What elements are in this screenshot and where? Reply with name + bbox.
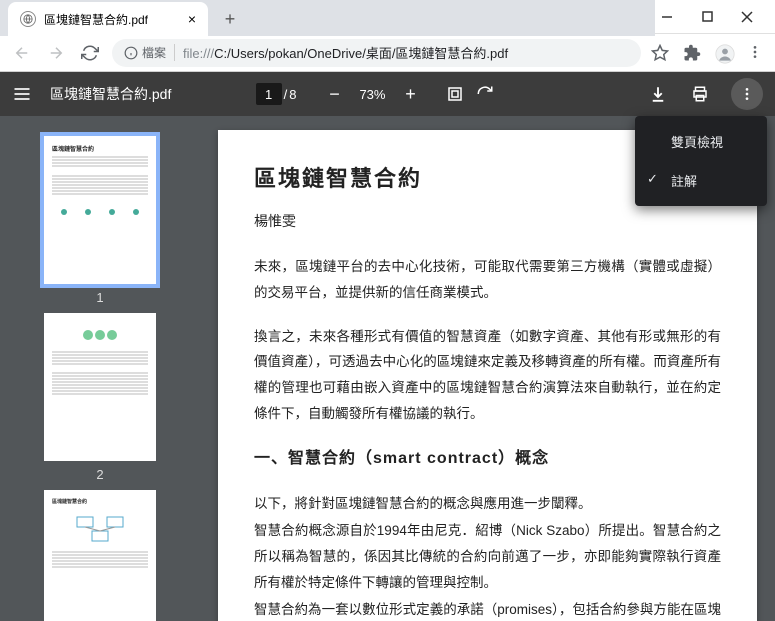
globe-icon [20,11,36,27]
profile-icon[interactable] [715,44,733,62]
menu-annotations[interactable]: 註解 [635,161,767,200]
bookmark-icon[interactable] [651,44,669,62]
pdf-toolbar: 區塊鏈智慧合約.pdf / 8 − 73% + [0,72,775,116]
url-field[interactable]: 檔案 file:///C:/Users/pokan/OneDrive/桌面/區塊… [112,39,641,67]
paragraph: 換言之，未來各種形式有價值的智慧資產（如數字資產、其他有形或無形的有價值資產），… [254,324,721,427]
hamburger-icon[interactable] [12,84,32,104]
back-button[interactable] [10,41,34,65]
download-icon[interactable] [647,83,669,105]
close-window-button[interactable] [727,2,767,32]
more-menu-button[interactable] [731,78,763,110]
section-heading: 一、智慧合約（smart contract）概念 [254,444,721,474]
address-bar: 檔案 file:///C:/Users/pokan/OneDrive/桌面/區塊… [0,34,775,72]
thumbnail-2[interactable] [44,313,156,461]
info-icon: 檔案 [124,44,175,61]
print-icon[interactable] [689,83,711,105]
paragraph: 以下，將針對區塊鏈智慧合約的概念與應用進一步闡釋。 [254,491,721,517]
menu-two-page-view[interactable]: 雙頁檢視 [635,122,767,161]
thumbnail-panel: 區塊鏈智慧合約 1 2 區塊鏈智慧合約 [0,116,200,621]
thumbnail-label-1: 1 [96,290,103,305]
url-text: file:///C:/Users/pokan/OneDrive/桌面/區塊鏈智慧… [183,43,508,62]
thumbnail-1[interactable]: 區塊鏈智慧合約 [44,136,156,284]
thumbnail-3[interactable]: 區塊鏈智慧合約 [44,490,156,621]
paragraph: 未來，區塊鏈平台的去中心化技術，可能取代需要第三方機構（實體或虛擬）的交易平台，… [254,254,721,305]
close-icon[interactable]: × [188,11,196,27]
page-number-input[interactable] [256,83,282,105]
extensions-icon[interactable] [683,44,701,62]
maximize-button[interactable] [687,2,727,32]
browser-tab[interactable]: 區塊鏈智慧合約.pdf × [8,2,208,36]
forward-button[interactable] [44,41,68,65]
zoom-in-button[interactable]: + [398,82,422,106]
rotate-icon[interactable] [474,83,496,105]
browser-menu-icon[interactable] [747,44,765,62]
fit-page-icon[interactable] [444,83,466,105]
tab-title: 區塊鏈智慧合約.pdf [44,11,148,28]
pdf-body: 雙頁檢視 註解 區塊鏈智慧合約 1 2 區塊鏈智慧合約 [0,116,775,621]
browser-tab-bar: 區塊鏈智慧合約.pdf × + [0,0,655,36]
doc-author: 楊惟雯 [254,208,721,235]
paragraph: 智慧合約概念源自於1994年由尼克．紹博（Nick Szabo）所提出。智慧合約… [254,518,721,595]
page-total: 8 [289,87,296,102]
paragraph: 智慧合約為一套以數位形式定義的承諾（promises），包括合約參與方能在區塊鏈… [254,597,721,621]
new-tab-button[interactable]: + [216,5,244,33]
pdf-more-menu: 雙頁檢視 註解 [635,116,767,206]
reload-button[interactable] [78,41,102,65]
page-indicator: / 8 [256,83,297,105]
zoom-level: 73% [354,87,390,102]
zoom-out-button[interactable]: − [322,82,346,106]
pdf-filename: 區塊鏈智慧合約.pdf [50,84,171,104]
thumbnail-label-2: 2 [96,467,103,482]
